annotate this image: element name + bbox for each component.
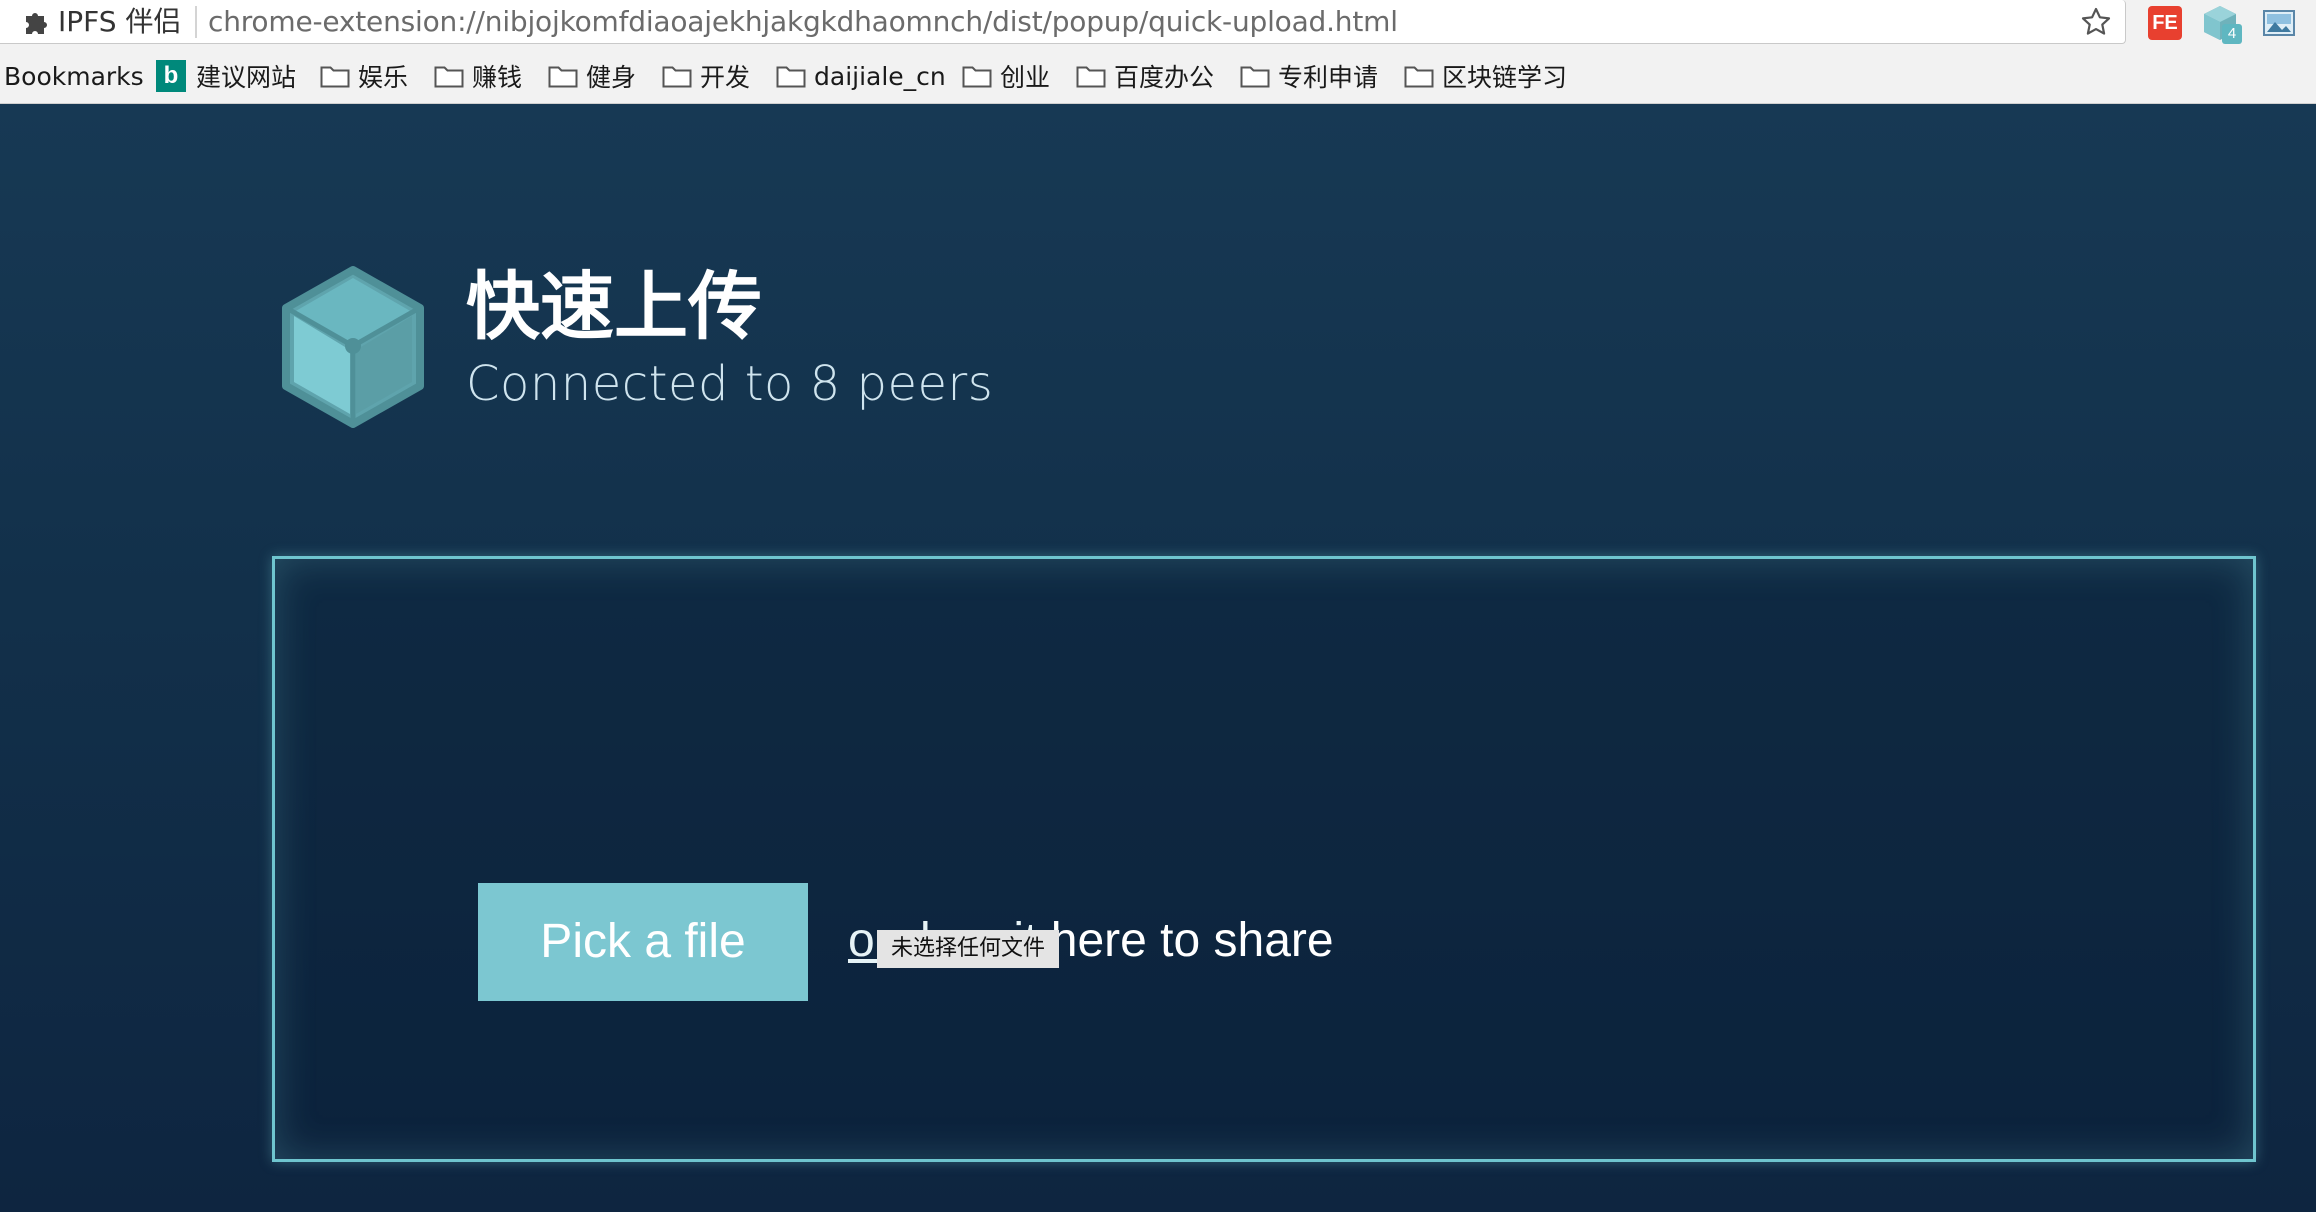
bookmark-folder-startup[interactable]: 创业 [962, 60, 1050, 92]
address-bar[interactable]: IPFS 伴侣 chrome-extension://nibjojkomfdia… [0, 0, 2126, 44]
drop-hint-text: here to share [1037, 914, 1334, 967]
image-extension-icon[interactable] [2262, 8, 2296, 38]
extension-badge: 4 [2222, 24, 2242, 44]
folder-icon [662, 66, 692, 88]
folder-icon [1076, 66, 1106, 88]
folder-icon [1404, 66, 1434, 88]
folder-icon [1240, 66, 1270, 88]
file-dropzone[interactable]: Pick a file or drop it here to share 未选择… [272, 556, 2256, 1162]
url-text[interactable]: chrome-extension://nibjojkomfdiaoajekhja… [208, 6, 1398, 38]
pick-file-button[interactable]: Pick a file [478, 883, 808, 1001]
folder-icon [962, 66, 992, 88]
folder-icon [776, 66, 806, 88]
bookmark-folder-fitness[interactable]: 健身 [548, 60, 636, 92]
bookmark-folder-daijiale[interactable]: daijiale_cn [776, 60, 946, 92]
site-label: IPFS 伴侣 [58, 5, 182, 38]
puzzle-icon [26, 13, 47, 34]
peer-status: Connected to 8 peers [466, 356, 994, 412]
quick-upload-page: 快速上传 Connected to 8 peers Pick a file or… [0, 104, 2316, 1212]
folder-icon [548, 66, 578, 88]
bookmark-folder-entertainment[interactable]: 娱乐 [320, 60, 408, 92]
fe-extension-button[interactable]: FE [2148, 6, 2182, 40]
bookmark-folder-baidu-office[interactable]: 百度办公 [1076, 60, 1214, 92]
bookmark-folder-money[interactable]: 赚钱 [434, 60, 522, 92]
browser-toolbar: IPFS 伴侣 chrome-extension://nibjojkomfdia… [0, 0, 2316, 46]
folder-icon [434, 66, 464, 88]
omnibox-divider [195, 6, 197, 38]
folder-icon [320, 66, 350, 88]
star-icon[interactable] [2080, 6, 2112, 38]
bing-icon: b [156, 60, 186, 92]
bookmarks-bar: Bookmarks b 建议网站 娱乐 赚钱 健身 开发 daijiale_cn… [0, 46, 2316, 104]
bookmark-suggested-sites[interactable]: b 建议网站 [156, 60, 296, 92]
bookmark-folder-blockchain[interactable]: 区块链学习 [1404, 60, 1567, 92]
file-input-status[interactable]: 未选择任何文件 [877, 930, 1059, 968]
ipfs-cube-logo-icon [282, 266, 424, 428]
bookmark-folder-dev[interactable]: 开发 [662, 60, 750, 92]
bookmarks-label[interactable]: Bookmarks [4, 60, 144, 92]
bookmark-folder-patents[interactable]: 专利申请 [1240, 60, 1378, 92]
page-title: 快速上传 [466, 264, 762, 350]
